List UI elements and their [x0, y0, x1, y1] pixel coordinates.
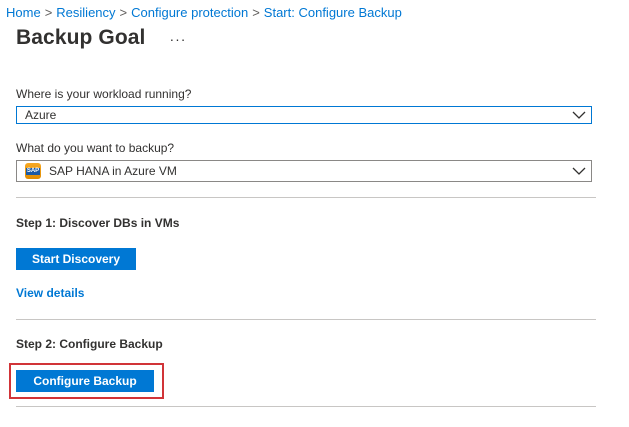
workload-dropdown[interactable]: Azure [16, 106, 592, 124]
sap-icon-text: SAP [25, 167, 41, 175]
configure-backup-button[interactable]: Configure Backup [16, 370, 154, 392]
sap-icon: SAP [25, 163, 41, 179]
start-discovery-button[interactable]: Start Discovery [16, 248, 136, 270]
step1-title: Step 1: Discover DBs in VMs [16, 216, 180, 230]
step2-title: Step 2: Configure Backup [16, 337, 163, 351]
divider [16, 319, 596, 320]
more-options-button[interactable]: ··· [169, 31, 186, 47]
chevron-down-icon [567, 111, 591, 119]
title-row: Backup Goal ··· [16, 26, 186, 50]
breadcrumb-home[interactable]: Home [6, 5, 41, 20]
backup-value-wrapper: SAP SAP HANA in Azure VM [17, 163, 567, 179]
divider [16, 406, 596, 407]
workload-value: Azure [25, 108, 57, 122]
backup-label: What do you want to backup? [16, 141, 175, 155]
chevron-down-icon [567, 167, 591, 175]
breadcrumb-separator: > [44, 5, 53, 20]
breadcrumb-configure-protection[interactable]: Configure protection [131, 5, 248, 20]
view-details-link[interactable]: View details [16, 286, 84, 300]
breadcrumb-separator: > [119, 5, 128, 20]
breadcrumb-separator: > [252, 5, 260, 20]
divider [16, 197, 596, 198]
breadcrumb-start-configure-backup[interactable]: Start: Configure Backup [264, 5, 402, 20]
page-title: Backup Goal [16, 26, 146, 49]
breadcrumb-resiliency[interactable]: Resiliency [56, 5, 115, 20]
backup-value: SAP HANA in Azure VM [49, 164, 177, 178]
backup-type-dropdown[interactable]: SAP SAP HANA in Azure VM [16, 160, 592, 182]
workload-label: Where is your workload running? [16, 87, 192, 101]
breadcrumb: Home > Resiliency > Configure protection > Sta… [6, 5, 402, 20]
